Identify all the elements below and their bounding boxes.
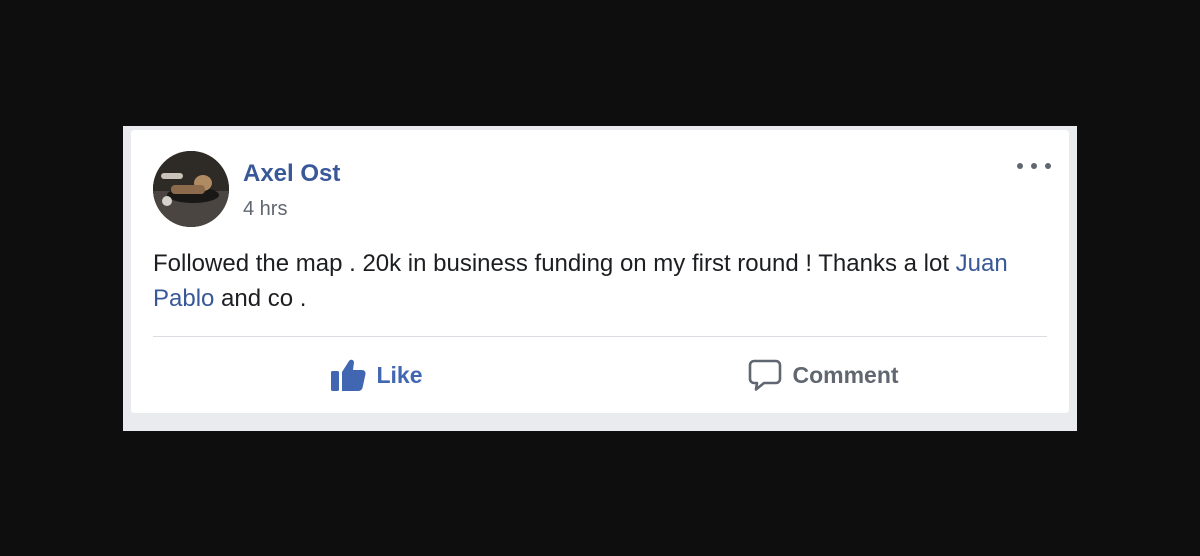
post-actions: Like Comment [153,337,1047,413]
speech-bubble-icon [748,358,782,392]
post-text: Followed the map . 20k in business fundi… [153,246,1053,316]
post-text-end: and co . [214,285,307,312]
more-dot [1045,163,1051,169]
post-card: Axel Ost 4 hrs Followed the map . 20k in… [131,130,1069,413]
like-button[interactable]: Like [153,337,600,413]
comment-label: Comment [792,361,899,388]
more-dot [1031,163,1037,169]
more-dot [1017,163,1023,169]
author-name[interactable]: Axel Ost [243,160,340,188]
author-avatar[interactable] [153,151,229,227]
post-frame: Axel Ost 4 hrs Followed the map . 20k in… [123,126,1077,431]
post-timestamp[interactable]: 4 hrs [243,198,287,221]
like-label: Like [376,361,423,388]
post-text-start: Followed the map . 20k in business fundi… [153,250,956,277]
comment-button[interactable]: Comment [600,337,1047,413]
thumbs-up-icon [330,358,367,392]
more-options-icon[interactable] [1017,156,1051,176]
